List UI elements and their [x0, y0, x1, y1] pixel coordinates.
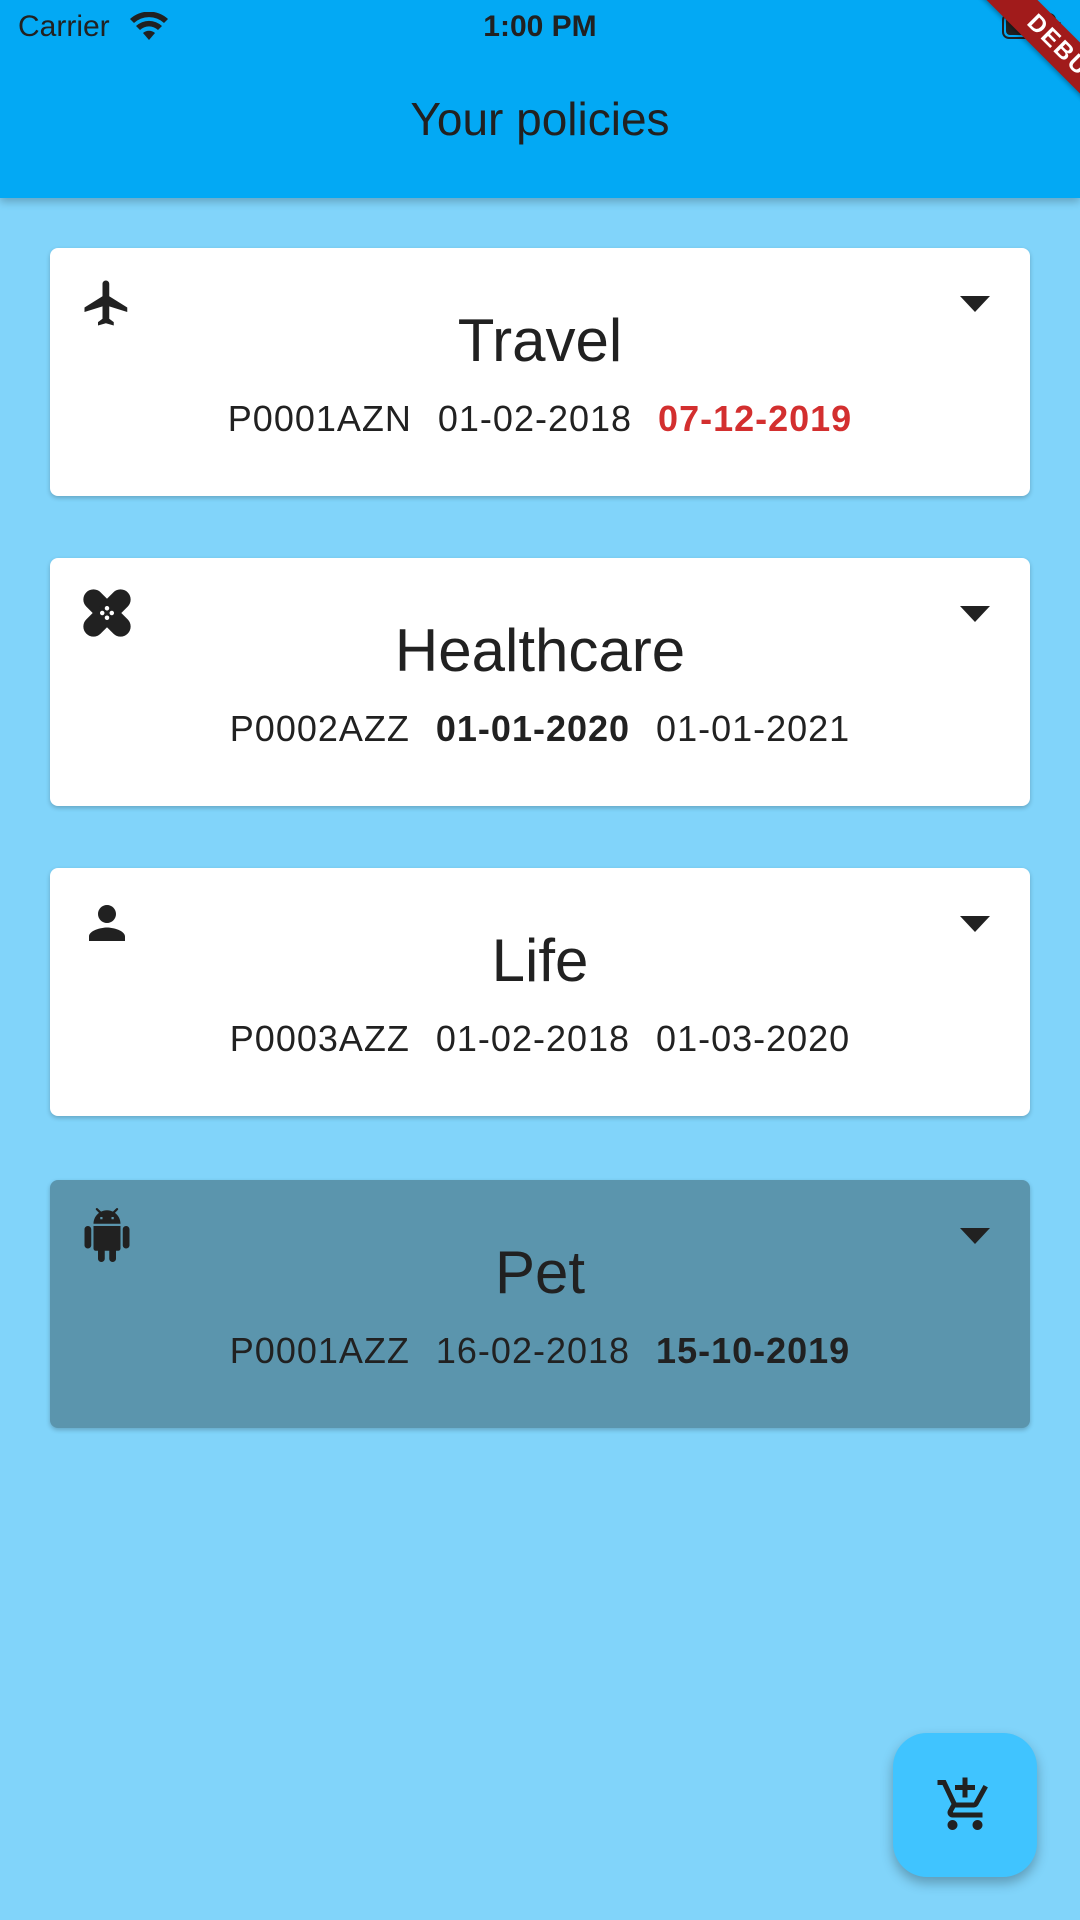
debug-banner-label: DEBUG — [967, 0, 1080, 150]
policy-id: P0001AZZ — [229, 1330, 410, 1371]
page-title: Your policies — [410, 93, 670, 145]
policy-details: P0003AZZ 01-02-2018 01-03-2020 — [50, 1018, 1030, 1060]
policy-card-healthcare[interactable]: Healthcare P0002AZZ 01-01-2020 01-01-2021 — [50, 558, 1030, 806]
debug-banner: DEBUG — [930, 0, 1080, 150]
policy-id: P0002AZZ — [229, 708, 410, 749]
policy-id: P0003AZZ — [229, 1018, 410, 1059]
policy-end-date: 15-10-2019 — [656, 1330, 851, 1371]
policy-details: P0001AZN 01-02-2018 07-12-2019 — [50, 398, 1030, 440]
policy-name: Pet — [494, 1239, 586, 1306]
app-bar: Carrier 1:00 PM Your policies — [0, 0, 1080, 198]
policy-start-date: 01-02-2018 — [435, 1018, 631, 1059]
policy-details: P0001AZZ 16-02-2018 15-10-2019 — [50, 1330, 1030, 1372]
policy-card-pet[interactable]: Pet P0001AZZ 16-02-2018 15-10-2019 — [50, 1180, 1030, 1428]
policy-details: P0002AZZ 01-01-2020 01-01-2021 — [50, 708, 1030, 750]
policy-card-travel[interactable]: Travel P0001AZN 01-02-2018 07-12-2019 — [50, 248, 1030, 496]
status-time: 1:00 PM — [483, 10, 597, 43]
policy-start-date: 01-01-2020 — [435, 708, 631, 749]
policy-name: Travel — [457, 307, 623, 374]
add-shopping-cart-icon — [937, 1777, 988, 1830]
policy-start-date: 01-02-2018 — [437, 398, 633, 439]
policy-end-date: 01-03-2020 — [656, 1018, 851, 1059]
policy-start-date: 16-02-2018 — [435, 1330, 631, 1371]
add-policy-button[interactable] — [893, 1733, 1037, 1877]
policy-end-date: 07-12-2019 — [658, 398, 853, 439]
status-bar: Carrier 1:00 PM — [0, 0, 1080, 54]
policy-id: P0001AZN — [227, 398, 412, 439]
policy-card-life[interactable]: Life P0003AZZ 01-02-2018 01-03-2020 — [50, 868, 1030, 1116]
policy-name: Life — [491, 927, 589, 994]
policy-end-date: 01-01-2021 — [656, 708, 851, 749]
policy-name: Healthcare — [394, 617, 686, 684]
